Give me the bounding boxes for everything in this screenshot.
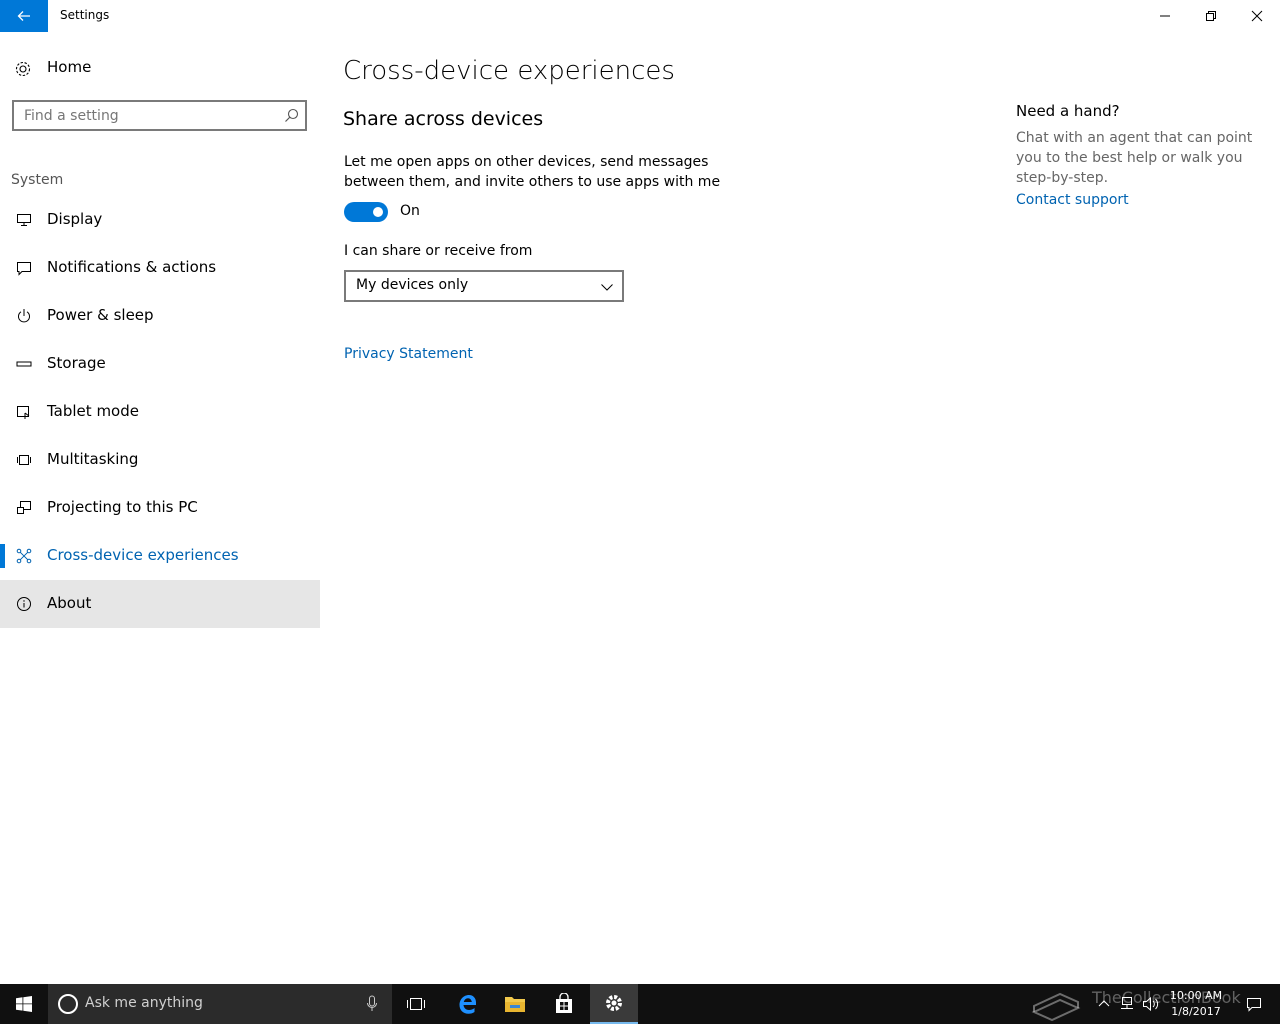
edge-icon bbox=[459, 995, 476, 1014]
share-toggle[interactable] bbox=[344, 202, 388, 222]
sidebar-item-storage[interactable]: Storage bbox=[0, 340, 320, 388]
sidebar-item-cross-device[interactable]: Cross-device experiences bbox=[0, 532, 320, 580]
window-title: Settings bbox=[60, 8, 110, 22]
share-from-label: I can share or receive from bbox=[344, 243, 533, 259]
sidebar-item-label: Notifications & actions bbox=[47, 258, 217, 276]
edge-button[interactable] bbox=[443, 984, 491, 1024]
back-arrow-icon bbox=[17, 11, 30, 21]
settings-taskbar-button[interactable] bbox=[590, 984, 638, 1024]
projecting-icon bbox=[17, 501, 31, 514]
sidebar-item-about[interactable]: About bbox=[0, 580, 320, 628]
info-icon bbox=[17, 597, 31, 611]
sidebar-item-label: Multitasking bbox=[47, 450, 139, 468]
cortana-placeholder: Ask me anything bbox=[85, 995, 203, 1011]
toggle-knob bbox=[373, 207, 383, 217]
cross-device-icon bbox=[16, 548, 32, 564]
task-view-icon bbox=[407, 998, 425, 1010]
tablet-mode-icon bbox=[17, 406, 30, 419]
action-center-icon bbox=[1247, 998, 1261, 1012]
restore-button[interactable] bbox=[1188, 0, 1234, 32]
windows-logo-icon bbox=[16, 996, 32, 1012]
store-button[interactable] bbox=[540, 984, 588, 1024]
watermark-logo bbox=[1028, 984, 1084, 1024]
microphone-icon[interactable] bbox=[366, 995, 378, 1013]
notifications-icon bbox=[17, 262, 31, 276]
dropdown-value: My devices only bbox=[356, 277, 469, 293]
sidebar-item-label: Cross-device experiences bbox=[47, 546, 239, 564]
file-explorer-button[interactable] bbox=[491, 984, 539, 1024]
section-label-system: System bbox=[11, 172, 64, 188]
clock-date: 1/8/2017 bbox=[1171, 1005, 1221, 1018]
minimize-button[interactable] bbox=[1142, 0, 1188, 32]
gear-icon bbox=[15, 61, 31, 77]
help-panel: Need a hand? Chat with an agent that can… bbox=[1016, 102, 1256, 208]
section-title: Share across devices bbox=[343, 108, 544, 130]
sidebar-item-label: Power & sleep bbox=[47, 306, 154, 324]
main-content: Cross-device experiences Share across de… bbox=[320, 32, 980, 984]
search-box[interactable] bbox=[12, 100, 307, 131]
sidebar-item-home[interactable]: Home bbox=[0, 48, 320, 88]
privacy-statement-link[interactable]: Privacy Statement bbox=[344, 346, 473, 362]
back-button[interactable] bbox=[0, 0, 48, 32]
chevron-down-icon bbox=[601, 284, 613, 291]
contact-support-link[interactable]: Contact support bbox=[1016, 192, 1256, 208]
volume-icon bbox=[1143, 996, 1159, 1012]
cortana-search-box[interactable]: Ask me anything bbox=[48, 984, 392, 1024]
task-view-button[interactable] bbox=[392, 984, 440, 1024]
sidebar-item-display[interactable]: Display bbox=[0, 196, 320, 244]
chevron-up-icon bbox=[1098, 1000, 1110, 1007]
network-icon bbox=[1121, 997, 1133, 1009]
gear-icon bbox=[606, 995, 622, 1011]
clock-time: 10:00 AM bbox=[1169, 989, 1223, 1002]
taskbar: Ask me anything TheCollectionBook 10:00 … bbox=[0, 984, 1280, 1024]
start-button[interactable] bbox=[0, 984, 48, 1024]
sidebar-item-label: Display bbox=[47, 210, 103, 228]
search-input[interactable] bbox=[14, 102, 274, 129]
sidebar-item-label: About bbox=[47, 594, 92, 612]
power-icon bbox=[18, 309, 30, 323]
taskbar-clock[interactable]: 10:00 AM 1/8/2017 bbox=[1168, 988, 1224, 1020]
action-center-button[interactable] bbox=[1234, 984, 1274, 1024]
restore-icon bbox=[1206, 11, 1216, 21]
search-icon[interactable] bbox=[284, 108, 299, 123]
folder-icon bbox=[505, 997, 525, 1012]
help-description: Chat with an agent that can point you to… bbox=[1016, 130, 1253, 186]
sidebar-item-power-sleep[interactable]: Power & sleep bbox=[0, 292, 320, 340]
volume-button[interactable] bbox=[1140, 984, 1162, 1024]
sidebar-item-tablet-mode[interactable]: Tablet mode bbox=[0, 388, 320, 436]
help-title: Need a hand? bbox=[1016, 102, 1120, 120]
sidebar-item-projecting[interactable]: Projecting to this PC bbox=[0, 484, 320, 532]
cortana-icon bbox=[58, 994, 78, 1014]
display-icon bbox=[17, 214, 31, 226]
page-title: Cross-device experiences bbox=[343, 56, 675, 86]
book-icon bbox=[1031, 992, 1081, 1022]
minimize-icon bbox=[1160, 15, 1170, 17]
sidebar-item-notifications[interactable]: Notifications & actions bbox=[0, 244, 320, 292]
storage-icon bbox=[16, 361, 32, 367]
sidebar-item-label: Projecting to this PC bbox=[47, 498, 198, 516]
share-description: Let me open apps on other devices, send … bbox=[344, 154, 721, 190]
share-from-dropdown[interactable]: My devices only bbox=[344, 270, 624, 302]
sidebar-nav: Display Notifications & actions Power & … bbox=[0, 196, 320, 628]
sidebar-item-multitasking[interactable]: Multitasking bbox=[0, 436, 320, 484]
sidebar: Home System Display Notifications & acti… bbox=[0, 32, 320, 984]
toggle-state-label: On bbox=[400, 203, 420, 219]
multitasking-icon bbox=[17, 455, 31, 465]
close-button[interactable] bbox=[1234, 0, 1280, 32]
home-label: Home bbox=[47, 58, 92, 76]
title-bar: Settings bbox=[0, 0, 1280, 32]
store-icon bbox=[556, 993, 572, 1013]
network-button[interactable] bbox=[1116, 984, 1138, 1024]
sidebar-item-label: Storage bbox=[47, 354, 106, 372]
show-hidden-icons-button[interactable] bbox=[1094, 984, 1114, 1024]
close-icon bbox=[1251, 10, 1263, 22]
sidebar-item-label: Tablet mode bbox=[47, 402, 139, 420]
